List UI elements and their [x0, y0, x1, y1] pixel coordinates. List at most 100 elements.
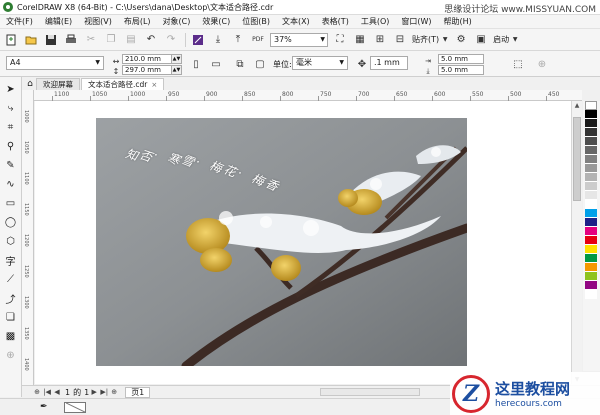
fill-color-indicator[interactable]	[64, 402, 86, 413]
color-swatch[interactable]	[585, 137, 597, 146]
color-swatch[interactable]	[585, 101, 597, 110]
height-spinner[interactable]: ▲▼	[172, 65, 182, 75]
print-icon[interactable]	[63, 32, 79, 48]
landscape-icon[interactable]: ▭	[208, 56, 224, 72]
snap-to-label[interactable]: 贴齐(T)	[412, 34, 439, 45]
color-swatch[interactable]	[585, 128, 597, 137]
search-content-icon[interactable]	[190, 32, 206, 48]
application-launcher-icon[interactable]: ▣	[473, 32, 489, 48]
menu-layout[interactable]: 布局(L)	[118, 16, 157, 27]
color-swatch[interactable]	[585, 191, 597, 200]
menu-help[interactable]: 帮助(H)	[438, 16, 478, 27]
color-swatch[interactable]	[585, 164, 597, 173]
color-swatch[interactable]	[585, 182, 597, 191]
color-swatch[interactable]	[585, 227, 597, 236]
menu-tools[interactable]: 工具(O)	[355, 16, 396, 27]
nudge-distance-input[interactable]: .1 mm	[370, 56, 408, 70]
tab-active-document[interactable]: 文本适合路径.cdr ×	[81, 78, 165, 90]
text-on-path[interactable]: 知否 · 寒雪 · 梅花 · 梅香	[96, 118, 467, 218]
tab-welcome-screen[interactable]: 欢迎屏幕	[36, 78, 80, 90]
redo-icon[interactable]: ↷	[163, 32, 179, 48]
color-swatch[interactable]	[585, 146, 597, 155]
import-icon[interactable]: ⤓	[210, 32, 226, 48]
cut-icon[interactable]: ✂	[83, 32, 99, 48]
drop-shadow-icon[interactable]: ❏	[3, 309, 19, 326]
export-icon[interactable]: ⤒	[230, 32, 246, 48]
color-swatch[interactable]	[585, 110, 597, 119]
polygon-tool-icon[interactable]: ⬡	[3, 233, 19, 250]
menu-bitmaps[interactable]: 位图(B)	[236, 16, 276, 27]
new-document-icon[interactable]	[3, 32, 19, 48]
drawing-canvas[interactable]: 知否 · 寒雪 · 梅花 · 梅香	[35, 101, 571, 384]
show-rulers-icon[interactable]: ▦	[352, 32, 368, 48]
shape-tool-icon[interactable]: ⤷	[3, 100, 19, 117]
menu-effects[interactable]: 效果(C)	[196, 16, 236, 27]
menu-window[interactable]: 窗口(W)	[395, 16, 437, 27]
horizontal-scrollbar[interactable]	[320, 388, 420, 396]
width-spinner[interactable]: ▲▼	[172, 54, 182, 64]
horizontal-ruler[interactable]: 1100 1050 1000 950 900 850 800 750 700 650 600 550 5…	[34, 90, 582, 101]
color-swatch[interactable]	[585, 218, 597, 227]
color-swatch[interactable]	[585, 236, 597, 245]
parallel-dimension-icon[interactable]: ⟋	[3, 271, 19, 288]
home-icon[interactable]: ⌂	[24, 78, 36, 90]
page-height-input[interactable]: 297.0 mm	[122, 65, 172, 75]
open-folder-icon[interactable]	[23, 32, 39, 48]
portrait-icon[interactable]: ▯	[188, 56, 204, 72]
add-page-icon[interactable]: ⊕	[109, 388, 119, 396]
show-guidelines-icon[interactable]: ⊟	[392, 32, 408, 48]
undo-icon[interactable]: ↶	[143, 32, 159, 48]
eyedropper-icon[interactable]: ✒	[40, 402, 48, 412]
chevron-down-icon[interactable]: ▼	[511, 32, 519, 48]
color-swatch[interactable]	[585, 281, 597, 290]
color-swatch[interactable]	[585, 200, 597, 209]
duplicate-y-input[interactable]: 5.0 mm	[438, 65, 484, 75]
menu-table[interactable]: 表格(T)	[316, 16, 355, 27]
menu-text[interactable]: 文本(X)	[276, 16, 316, 27]
launch-label[interactable]: 启动	[493, 34, 509, 45]
scroll-up-icon[interactable]: ▲	[572, 102, 582, 109]
color-swatch[interactable]	[585, 119, 597, 128]
menu-edit[interactable]: 编辑(E)	[39, 16, 78, 27]
zoom-tool-icon[interactable]: ⚲	[3, 138, 19, 155]
color-swatch[interactable]	[585, 290, 597, 299]
ellipse-tool-icon[interactable]: ◯	[3, 214, 19, 231]
vertical-scrollbar[interactable]: ▲ ▼	[571, 101, 582, 384]
vertical-ruler[interactable]: 1000 1050 1100 1150 1200 1250 1300 1350 1400	[22, 90, 34, 385]
copy-icon[interactable]: ❐	[103, 32, 119, 48]
color-swatch[interactable]	[585, 155, 597, 164]
color-swatch[interactable]	[585, 272, 597, 281]
menu-file[interactable]: 文件(F)	[0, 16, 39, 27]
save-icon[interactable]	[43, 32, 59, 48]
full-screen-icon[interactable]: ⛶	[332, 32, 348, 48]
page-prev-icon[interactable]: ◀	[52, 388, 62, 396]
publish-pdf-icon[interactable]: PDF	[250, 32, 266, 48]
page-width-input[interactable]: 210.0 mm	[122, 54, 172, 64]
pick-tool-icon[interactable]: ➤	[3, 81, 19, 98]
crop-tool-icon[interactable]: ⌗	[3, 119, 19, 136]
page-next-icon[interactable]: ▶	[89, 388, 99, 396]
options-gear-icon[interactable]: ⚙	[453, 32, 469, 48]
paste-icon[interactable]: ▤	[123, 32, 139, 48]
color-swatch[interactable]	[585, 263, 597, 272]
color-swatch[interactable]	[585, 245, 597, 254]
color-swatch[interactable]	[585, 209, 597, 218]
page-tab[interactable]: 页1	[125, 386, 151, 398]
page-end-icon[interactable]: ▶|	[99, 388, 109, 396]
menu-view[interactable]: 视图(V)	[78, 16, 118, 27]
add-page-icon[interactable]: ⊕	[534, 56, 550, 72]
transparency-tool-icon[interactable]: ▩	[3, 328, 19, 345]
scroll-thumb[interactable]	[573, 117, 581, 201]
duplicate-x-input[interactable]: 5.0 mm	[438, 54, 484, 64]
artistic-media-icon[interactable]: ∿	[3, 176, 19, 193]
units-select[interactable]: 毫米 ▼	[292, 56, 348, 70]
page-start-icon[interactable]: |◀	[42, 388, 52, 396]
color-swatch[interactable]	[585, 254, 597, 263]
rectangle-tool-icon[interactable]: ▭	[3, 195, 19, 212]
menu-object[interactable]: 对象(C)	[157, 16, 197, 27]
all-pages-icon[interactable]: ⧉	[232, 56, 248, 72]
color-swatch[interactable]	[585, 173, 597, 182]
plum-blossom-photo[interactable]: 知否 · 寒雪 · 梅花 · 梅香	[96, 118, 467, 366]
show-grid-icon[interactable]: ⊞	[372, 32, 388, 48]
add-tool-icon[interactable]: ⊕	[3, 347, 19, 364]
